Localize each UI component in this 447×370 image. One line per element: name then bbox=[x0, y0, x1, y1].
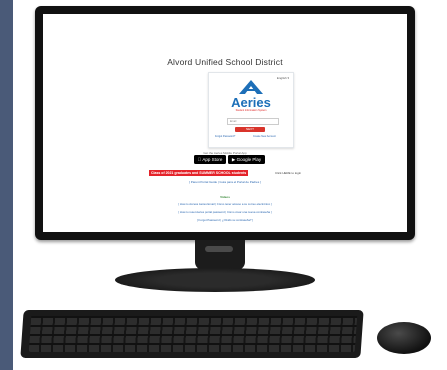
videos-heading: Videos bbox=[220, 195, 230, 199]
aeries-brand-name: Aeries bbox=[231, 95, 271, 110]
graduates-login-link[interactable]: Click HERE to login bbox=[275, 171, 301, 175]
aeries-logo-icon bbox=[239, 80, 263, 94]
app-store-button[interactable]:  App Store bbox=[194, 155, 226, 164]
monitor: Alvord Unified School District English ▾… bbox=[35, 6, 415, 240]
parent-portal-guide-link[interactable]: [ Parent Portal Guide | Guía para el Por… bbox=[43, 180, 407, 184]
left-accent-bar bbox=[0, 0, 13, 370]
create-account-link[interactable]: Create New Account bbox=[253, 135, 276, 138]
monitor-stand-highlight bbox=[205, 246, 233, 252]
forgot-password-link[interactable]: Forgot Password? bbox=[215, 135, 235, 138]
graduates-banner: Class of 2021 graduates and SUMMER SCHOO… bbox=[149, 170, 249, 176]
language-label: English bbox=[276, 76, 287, 80]
computer-mouse bbox=[377, 322, 431, 354]
keyboard bbox=[20, 310, 364, 358]
aeries-tagline: Student Information System bbox=[235, 109, 267, 112]
monitor-stand-base bbox=[115, 268, 315, 292]
monitor-stand-neck bbox=[195, 240, 245, 270]
language-select[interactable]: English ▾ bbox=[277, 76, 289, 80]
email-field[interactable]: Email bbox=[227, 118, 279, 125]
next-button[interactable]: NEXT bbox=[235, 127, 265, 132]
app-store-label: App Store bbox=[199, 157, 222, 162]
google-play-button[interactable]: ▶ Google Play bbox=[228, 155, 265, 164]
monitor-screen: Alvord Unified School District English ▾… bbox=[43, 14, 407, 232]
help-link-reset-password[interactable]: [ How to reset Aeries portal password | … bbox=[43, 210, 407, 214]
keyboard-key-rows bbox=[28, 316, 358, 352]
google-play-label: Google Play bbox=[236, 157, 262, 162]
district-title: Alvord Unified School District bbox=[167, 57, 283, 67]
help-link-email[interactable]: [ How to Access Aeries Email | Cómo tene… bbox=[43, 202, 407, 206]
login-card: English ▾ Aeries Student Information Sys… bbox=[208, 72, 294, 148]
help-link-forgot-password[interactable]: [ Forgot Password | ¿Olvidó su contraseñ… bbox=[43, 218, 407, 222]
